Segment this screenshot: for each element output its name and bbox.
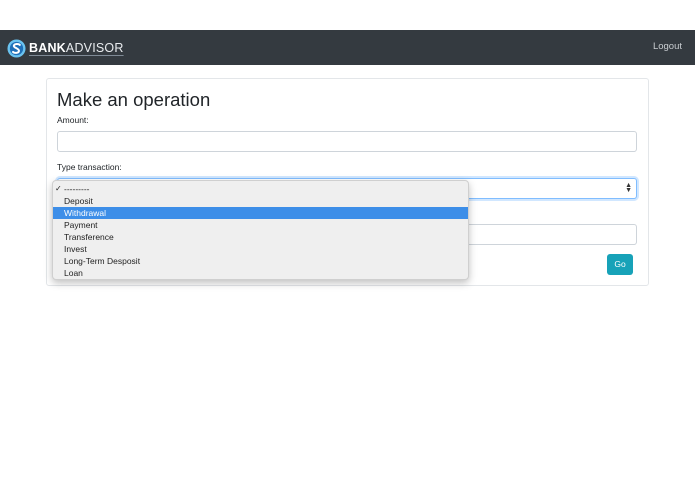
bank-logo-icon [7, 38, 26, 58]
page-title: Make an operation [57, 89, 211, 110]
type-transaction-dropdown: ✓ --------- Deposit Withdrawal Payment T… [52, 180, 469, 280]
option-label: Deposit [64, 196, 93, 206]
brand-name-light: ADVISOR [65, 41, 124, 55]
type-transaction-label: Type transaction: [57, 162, 122, 172]
go-button[interactable]: Go [607, 254, 633, 275]
option-placeholder[interactable]: ✓ --------- [53, 183, 468, 195]
option-loan[interactable]: Loan [53, 267, 468, 279]
option-label: Transference [64, 232, 114, 242]
brand-link[interactable]: BANKADVISOR [7, 37, 124, 59]
option-withdrawal[interactable]: Withdrawal [53, 207, 468, 219]
check-icon: ✓ [55, 184, 62, 193]
amount-input[interactable] [57, 131, 637, 152]
option-payment[interactable]: Payment [53, 219, 468, 231]
brand-name-bold: BANK [29, 41, 66, 55]
logout-link[interactable]: Logout [653, 41, 682, 52]
option-label: Loan [64, 268, 83, 278]
option-transference[interactable]: Transference [53, 231, 468, 243]
top-navbar: BANKADVISOR Logout [0, 30, 695, 65]
option-label: Invest [64, 244, 87, 254]
option-label: Long-Term Desposit [64, 256, 141, 266]
option-long-term-deposit[interactable]: Long-Term Desposit [53, 255, 468, 267]
option-label: Withdrawal [64, 208, 107, 218]
amount-label: Amount: [57, 115, 89, 125]
option-label: --------- [64, 184, 90, 194]
option-invest[interactable]: Invest [53, 243, 468, 255]
brand-name: BANKADVISOR [29, 38, 124, 58]
option-deposit[interactable]: Deposit [53, 195, 468, 207]
option-label: Payment [64, 220, 98, 230]
select-updown-icon: ▲ ▼ [625, 182, 632, 194]
